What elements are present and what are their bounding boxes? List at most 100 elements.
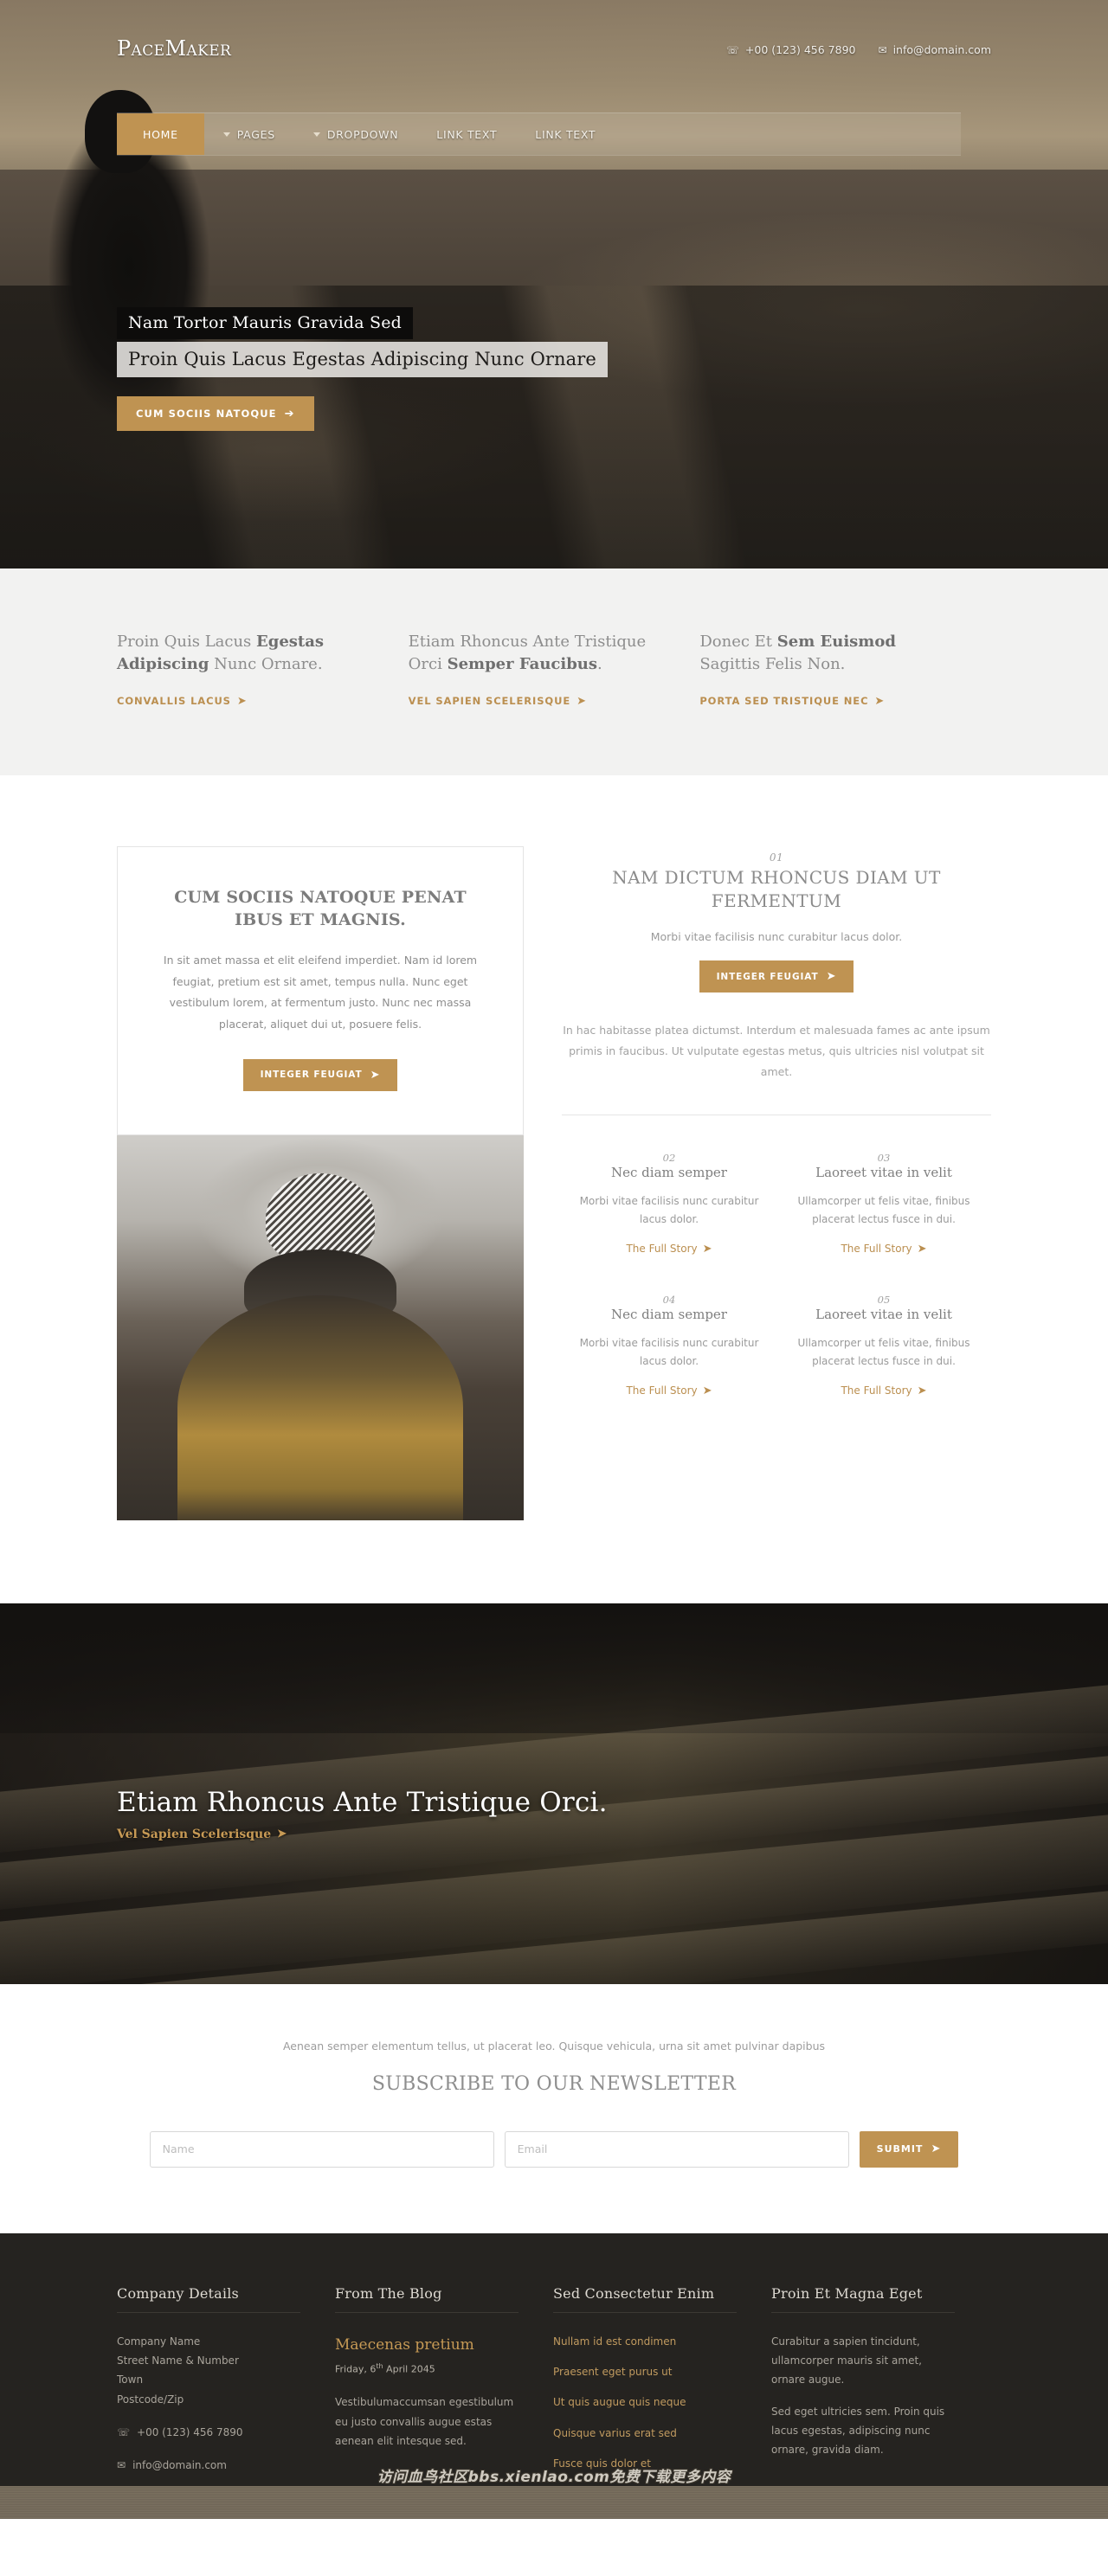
intro-heading-2: Etiam Rhoncus Ante Tristique Orci Semper…: [409, 631, 650, 676]
arrow-right-icon: ➤: [931, 2142, 942, 2156]
intro-link-3-label: PORTA SED TRISTIQUE NEC: [699, 695, 869, 708]
feature-cell-02: 02 Nec diam semper Morbi vitae facilisis…: [562, 1152, 776, 1294]
intro-link-1-label: CONVALLIS LACUS: [117, 695, 231, 708]
feature-cell-05-link[interactable]: The Full Story ➤: [841, 1384, 926, 1397]
feature-cell-03-link-label: The Full Story: [841, 1243, 912, 1256]
feature-cell-02-link[interactable]: The Full Story ➤: [626, 1243, 712, 1255]
name-input[interactable]: [149, 2130, 494, 2168]
feature-cell-03: 03 Laoreet vitae in velit Ullamcorper ut…: [776, 1152, 991, 1294]
jacket-shape: [177, 1294, 463, 1520]
features-grid: 02 Nec diam semper Morbi vitae facilisis…: [562, 1152, 991, 1436]
header-phone[interactable]: ☏ +00 (123) 456 7890: [726, 43, 856, 56]
company-postcode: Postcode/Zip: [117, 2393, 184, 2406]
feature-photo: [117, 1134, 524, 1520]
footer-link-4[interactable]: Quisque varius erat sed: [553, 2424, 737, 2443]
nav-item-link-1-label: LINK TEXT: [436, 127, 498, 141]
watermark-text: 访问血鸟社区bbs.xienlao.com免费下载更多内容: [377, 2468, 731, 2486]
nav-item-link-2[interactable]: LINK TEXT: [516, 113, 615, 155]
intro-link-2[interactable]: VEL SAPIEN SCELERISQUE ➤: [409, 695, 587, 707]
blog-post-title[interactable]: Maecenas pretium: [335, 2332, 519, 2359]
dark-banner-section: Etiam Rhoncus Ante Tristique Orci. Vel S…: [0, 1603, 1108, 1984]
blog-date-pre: Friday, 6: [335, 2364, 377, 2376]
intro-column-1: Proin Quis Lacus Egestas Adipiscing Nunc…: [117, 631, 409, 708]
feature-cell-02-number: 02: [662, 1152, 676, 1165]
intro-link-1[interactable]: CONVALLIS LACUS ➤: [117, 695, 248, 707]
footer-column-company: Company Details Company Name Street Name…: [117, 2285, 335, 2484]
submit-button[interactable]: SUBMIT ➤: [859, 2130, 959, 2168]
footer-phone[interactable]: ☏ +00 (123) 456 7890: [117, 2423, 300, 2442]
newsletter-blurb: Aenean semper elementum tellus, ut place…: [282, 2039, 826, 2052]
intro-heading-2-bold: Semper Faucibus: [447, 655, 598, 674]
site-logo[interactable]: PaceMaker: [117, 36, 231, 61]
highlight-card: CUM SOCIIS NATOQUE PENAT IBUS ET MAGNIS.…: [117, 846, 524, 1135]
feature-cell-04-link-label: The Full Story: [626, 1384, 698, 1397]
feature-cell-03-link[interactable]: The Full Story ➤: [841, 1243, 926, 1255]
hero-caption-line-1: Nam Tortor Mauris Gravida Sed: [117, 307, 414, 339]
intro-column-2: Etiam Rhoncus Ante Tristique Orci Semper…: [409, 631, 700, 708]
feature-cell-02-title: Nec diam semper: [611, 1165, 727, 1181]
banner-link[interactable]: Vel Sapien Scelerisque ➤: [117, 1828, 287, 1841]
feature-cell-05-text: Ullamcorper ut felis vitae, finibus plac…: [797, 1337, 970, 1368]
hero-caption: Nam Tortor Mauris Gravida Sed Proin Quis…: [117, 307, 608, 431]
chevron-down-icon: [222, 132, 230, 137]
intro-link-3[interactable]: PORTA SED TRISTIQUE NEC ➤: [699, 695, 885, 707]
footer-column-about: Proin Et Magna Eget Curabitur a sapien t…: [771, 2285, 989, 2484]
feature-cell-04-text: Morbi vitae facilisis nunc curabitur lac…: [579, 1337, 759, 1368]
nav-item-dropdown[interactable]: DROPDOWN: [294, 113, 417, 155]
footer-column-links: Sed Consectetur Enim Nullam id est condi…: [553, 2285, 771, 2484]
footer-link-2[interactable]: Praesent eget purus ut: [553, 2362, 737, 2381]
phone-icon: ☏: [725, 43, 739, 56]
arrow-right-icon: ➤: [577, 694, 587, 708]
footer-link-1[interactable]: Nullam id est condimen: [553, 2332, 737, 2351]
newsletter-heading: SUBSCRIBE TO OUR NEWSLETTER: [371, 2072, 737, 2095]
nav-item-home[interactable]: HOME: [117, 113, 204, 155]
company-street: Street Name & Number: [117, 2354, 239, 2367]
highlight-card-cta-label: INTEGER FEUGIAT: [260, 1070, 363, 1081]
arrow-right-icon: ➤: [702, 1242, 712, 1256]
feature-cell-03-number: 03: [877, 1152, 891, 1165]
arrow-right-icon: ➤: [702, 1384, 712, 1397]
intro-column-3: Donec Et Sem Euismod Sagittis Felis Non.…: [699, 631, 991, 708]
arrow-right-icon: ➤: [826, 970, 837, 984]
nav-item-link-1[interactable]: LINK TEXT: [417, 113, 516, 155]
nav-item-link-2-label: LINK TEXT: [535, 127, 596, 141]
feature-cta-button[interactable]: INTEGER FEUGIAT ➤: [699, 960, 854, 993]
intro-band: Proin Quis Lacus Egestas Adipiscing Nunc…: [0, 569, 1108, 776]
company-town: Town: [117, 2374, 144, 2386]
arrow-right-icon: ➤: [370, 1068, 381, 1082]
right-column: 01 NAM DICTUM RHONCUS DIAM UT FERMENTUM …: [562, 846, 991, 1520]
page-root: PaceMaker ☏ +00 (123) 456 7890 ✉ info@do…: [0, 0, 1108, 2519]
feature-cell-02-link-label: The Full Story: [626, 1243, 698, 1256]
newsletter-form: SUBMIT ➤: [117, 2130, 991, 2168]
footer-heading-blog: From The Blog: [335, 2285, 519, 2313]
highlight-card-cta-button[interactable]: INTEGER FEUGIAT ➤: [242, 1058, 398, 1091]
feature-title: NAM DICTUM RHONCUS DIAM UT FERMENTUM: [612, 867, 941, 912]
header-email-text: info@domain.com: [892, 43, 991, 56]
banner-title: Etiam Rhoncus Ante Tristique Orci.: [117, 1786, 608, 1818]
arrow-right-icon: ➤: [277, 1828, 287, 1841]
hero-cta-button[interactable]: CUM SOCIIS NATOQUE ➔: [117, 396, 314, 431]
feature-cell-05: 05 Laoreet vitae in velit Ullamcorper ut…: [776, 1294, 991, 1436]
intro-heading-3-bold: Sem Euismod: [776, 633, 896, 651]
feature-cell-02-text: Morbi vitae facilisis nunc curabitur lac…: [579, 1195, 759, 1226]
footer-link-3[interactable]: Ut quis augue quis neque: [553, 2393, 737, 2412]
feature-number: 01: [769, 851, 784, 864]
nav-item-pages[interactable]: PAGES: [204, 113, 294, 155]
left-column: CUM SOCIIS NATOQUE PENAT IBUS ET MAGNIS.…: [117, 846, 524, 1520]
feature-cell-04: 04 Nec diam semper Morbi vitae facilisis…: [562, 1294, 776, 1436]
feature-cell-05-link-label: The Full Story: [841, 1384, 912, 1397]
intro-heading-1: Proin Quis Lacus Egestas Adipiscing Nunc…: [117, 631, 358, 676]
feature-lead: Morbi vitae facilisis nunc curabitur lac…: [650, 930, 903, 944]
nav-item-pages-label: PAGES: [236, 127, 275, 141]
feature-cell-04-link[interactable]: The Full Story ➤: [626, 1384, 712, 1397]
arrow-right-icon: ➤: [917, 1384, 927, 1397]
footer-about-paragraph-2: Sed eget ultricies sem. Proin quis lacus…: [771, 2405, 945, 2456]
submit-button-label: SUBMIT: [876, 2143, 924, 2155]
header-email[interactable]: ✉ info@domain.com: [879, 43, 992, 56]
intro-heading-3-b: Sagittis Felis Non.: [699, 655, 846, 674]
email-input[interactable]: [504, 2130, 849, 2168]
newsletter-section: Aenean semper elementum tellus, ut place…: [0, 1983, 1108, 2233]
arrow-right-icon: ➔: [284, 407, 295, 421]
feature-cell-03-text: Ullamcorper ut felis vitae, finibus plac…: [797, 1195, 970, 1226]
header-contact-info: ☏ +00 (123) 456 7890 ✉ info@domain.com: [726, 43, 991, 56]
